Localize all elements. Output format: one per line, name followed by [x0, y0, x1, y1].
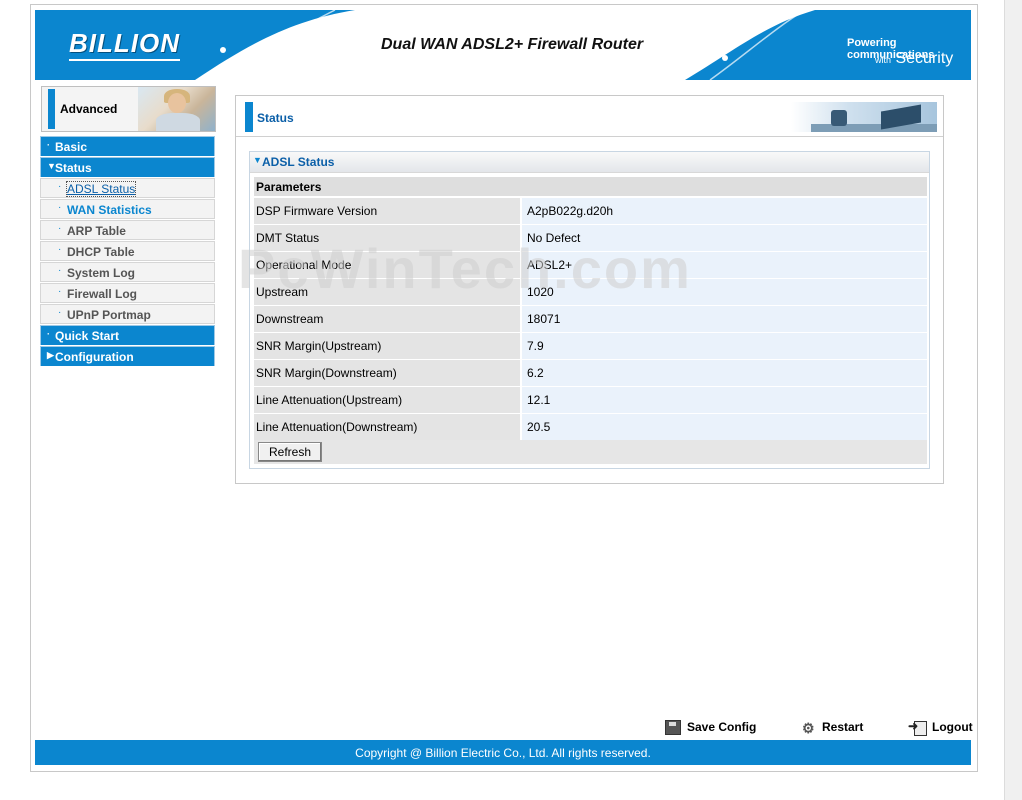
sidebar-item-label: Firewall Log [67, 287, 138, 301]
sidebar-item-label: Status [55, 161, 92, 175]
sidebar-item-firewall-log[interactable]: · Firewall Log [40, 283, 215, 303]
bullet-icon: · [58, 286, 62, 297]
bullet-icon: · [58, 265, 62, 276]
sidebar-menu: · Basic ▼ Status · ADSL Status · WAN Sta… [40, 136, 215, 367]
param-label: DSP Firmware Version [256, 204, 378, 218]
sidebar-item-dhcp-table[interactable]: · DHCP Table [40, 241, 215, 261]
logout-label: Logout [932, 720, 973, 734]
save-config-link[interactable]: Save Config [665, 720, 757, 736]
triangle-right-icon: ▶ [47, 350, 54, 360]
sidebar-item-label: Quick Start [55, 329, 120, 343]
tagline-line2: with Security [875, 50, 953, 68]
sidebar-item-label: Configuration [55, 350, 134, 364]
office-photo [791, 102, 937, 132]
sidebar-item-status[interactable]: ▼ Status [40, 157, 215, 177]
sidebar-item-label: Basic [55, 140, 88, 154]
floppy-disk-icon [665, 720, 681, 736]
product-title: Dual WAN ADSL2+ Firewall Router [381, 36, 644, 53]
table-row: Line Attenuation(Upstream) 12.1 [254, 387, 927, 413]
restart-icon: ⚙ [802, 719, 815, 736]
table-row: DSP Firmware Version A2pB022g.d20h [254, 198, 927, 224]
param-value: 20.5 [527, 420, 551, 434]
table-row: Downstream 18071 [254, 306, 927, 332]
advanced-photo [138, 87, 215, 131]
sidebar-item-label: DHCP Table [67, 245, 135, 259]
param-value: 7.9 [527, 339, 544, 353]
table-row: Line Attenuation(Downstream) 20.5 [254, 414, 927, 440]
table-row: SNR Margin(Upstream) 7.9 [254, 333, 927, 359]
sidebar-item-quick-start[interactable]: · Quick Start [40, 325, 215, 345]
bullet-icon: · [58, 223, 62, 234]
sidebar-item-label: UPnP Portmap [67, 308, 151, 322]
tagline-security: Security [895, 50, 954, 67]
bullet-icon: · [58, 202, 62, 213]
triangle-down-icon: ▼ [253, 155, 262, 165]
browser-scrollbar[interactable] [1004, 0, 1022, 800]
sidebar-item-basic[interactable]: · Basic [40, 136, 215, 156]
bullet-icon: · [58, 181, 62, 192]
advanced-mode-box: Advanced [41, 86, 216, 132]
sidebar-item-adsl-status[interactable]: · ADSL Status [40, 178, 215, 198]
sidebar-item-label: ADSL Status [65, 181, 137, 197]
sidebar-item-system-log[interactable]: · System Log [40, 262, 215, 282]
param-value: 18071 [527, 312, 561, 326]
logout-link[interactable]: Logout [908, 719, 973, 736]
sidebar-item-wan-statistics[interactable]: · WAN Statistics [40, 199, 215, 219]
page-title: Status [257, 111, 294, 125]
param-label: Downstream [256, 312, 324, 326]
param-label: SNR Margin(Upstream) [256, 339, 382, 353]
advanced-label: Advanced [60, 102, 118, 116]
sidebar-item-label: System Log [67, 266, 136, 280]
adsl-status-panel: ▼ ADSL Status Parameters DSP Firmware Ve… [249, 151, 930, 469]
sidebar-item-upnp-portmap[interactable]: · UPnP Portmap [40, 304, 215, 324]
footer-bar: Copyright @ Billion Electric Co., Ltd. A… [35, 740, 971, 765]
sidebar-item-arp-table[interactable]: · ARP Table [40, 220, 215, 240]
watermark-text: PcWinTech.com [238, 237, 692, 300]
panel-header[interactable]: ▼ ADSL Status [250, 152, 929, 173]
advanced-accent-bar [48, 89, 55, 129]
restart-link[interactable]: ⚙ Restart [802, 720, 863, 735]
parameters-header: Parameters [254, 177, 927, 196]
sidebar-item-configuration[interactable]: ▶ Configuration [40, 346, 215, 366]
param-value: 6.2 [527, 366, 544, 380]
header-banner: BILLION Dual WAN ADSL2+ Firewall Router … [35, 10, 971, 80]
bullet-icon: · [58, 307, 62, 318]
sidebar-item-label: WAN Statistics [67, 203, 152, 217]
button-row: Refresh [254, 440, 927, 464]
bullet-icon: · [47, 140, 50, 150]
save-config-label: Save Config [687, 720, 757, 734]
tagline-with: with [875, 55, 892, 65]
logout-icon [908, 719, 927, 736]
status-accent-bar [245, 102, 253, 132]
billion-logo: BILLION [69, 28, 180, 61]
param-label: Line Attenuation(Upstream) [256, 393, 403, 407]
sidebar-item-label: ARP Table [67, 224, 126, 238]
param-label: Line Attenuation(Downstream) [256, 420, 418, 434]
parameters-label: Parameters [256, 180, 322, 194]
bullet-icon: · [47, 329, 50, 339]
restart-label: Restart [822, 720, 864, 734]
status-header: Status [236, 96, 943, 137]
param-value: 12.1 [527, 393, 551, 407]
param-value: A2pB022g.d20h [527, 204, 614, 218]
refresh-button[interactable]: Refresh [258, 442, 322, 462]
panel-title: ADSL Status [262, 155, 335, 169]
param-label: SNR Margin(Downstream) [256, 366, 397, 380]
bullet-icon: · [58, 244, 62, 255]
copyright-text: Copyright @ Billion Electric Co., Ltd. A… [355, 746, 651, 760]
table-row: SNR Margin(Downstream) 6.2 [254, 360, 927, 386]
